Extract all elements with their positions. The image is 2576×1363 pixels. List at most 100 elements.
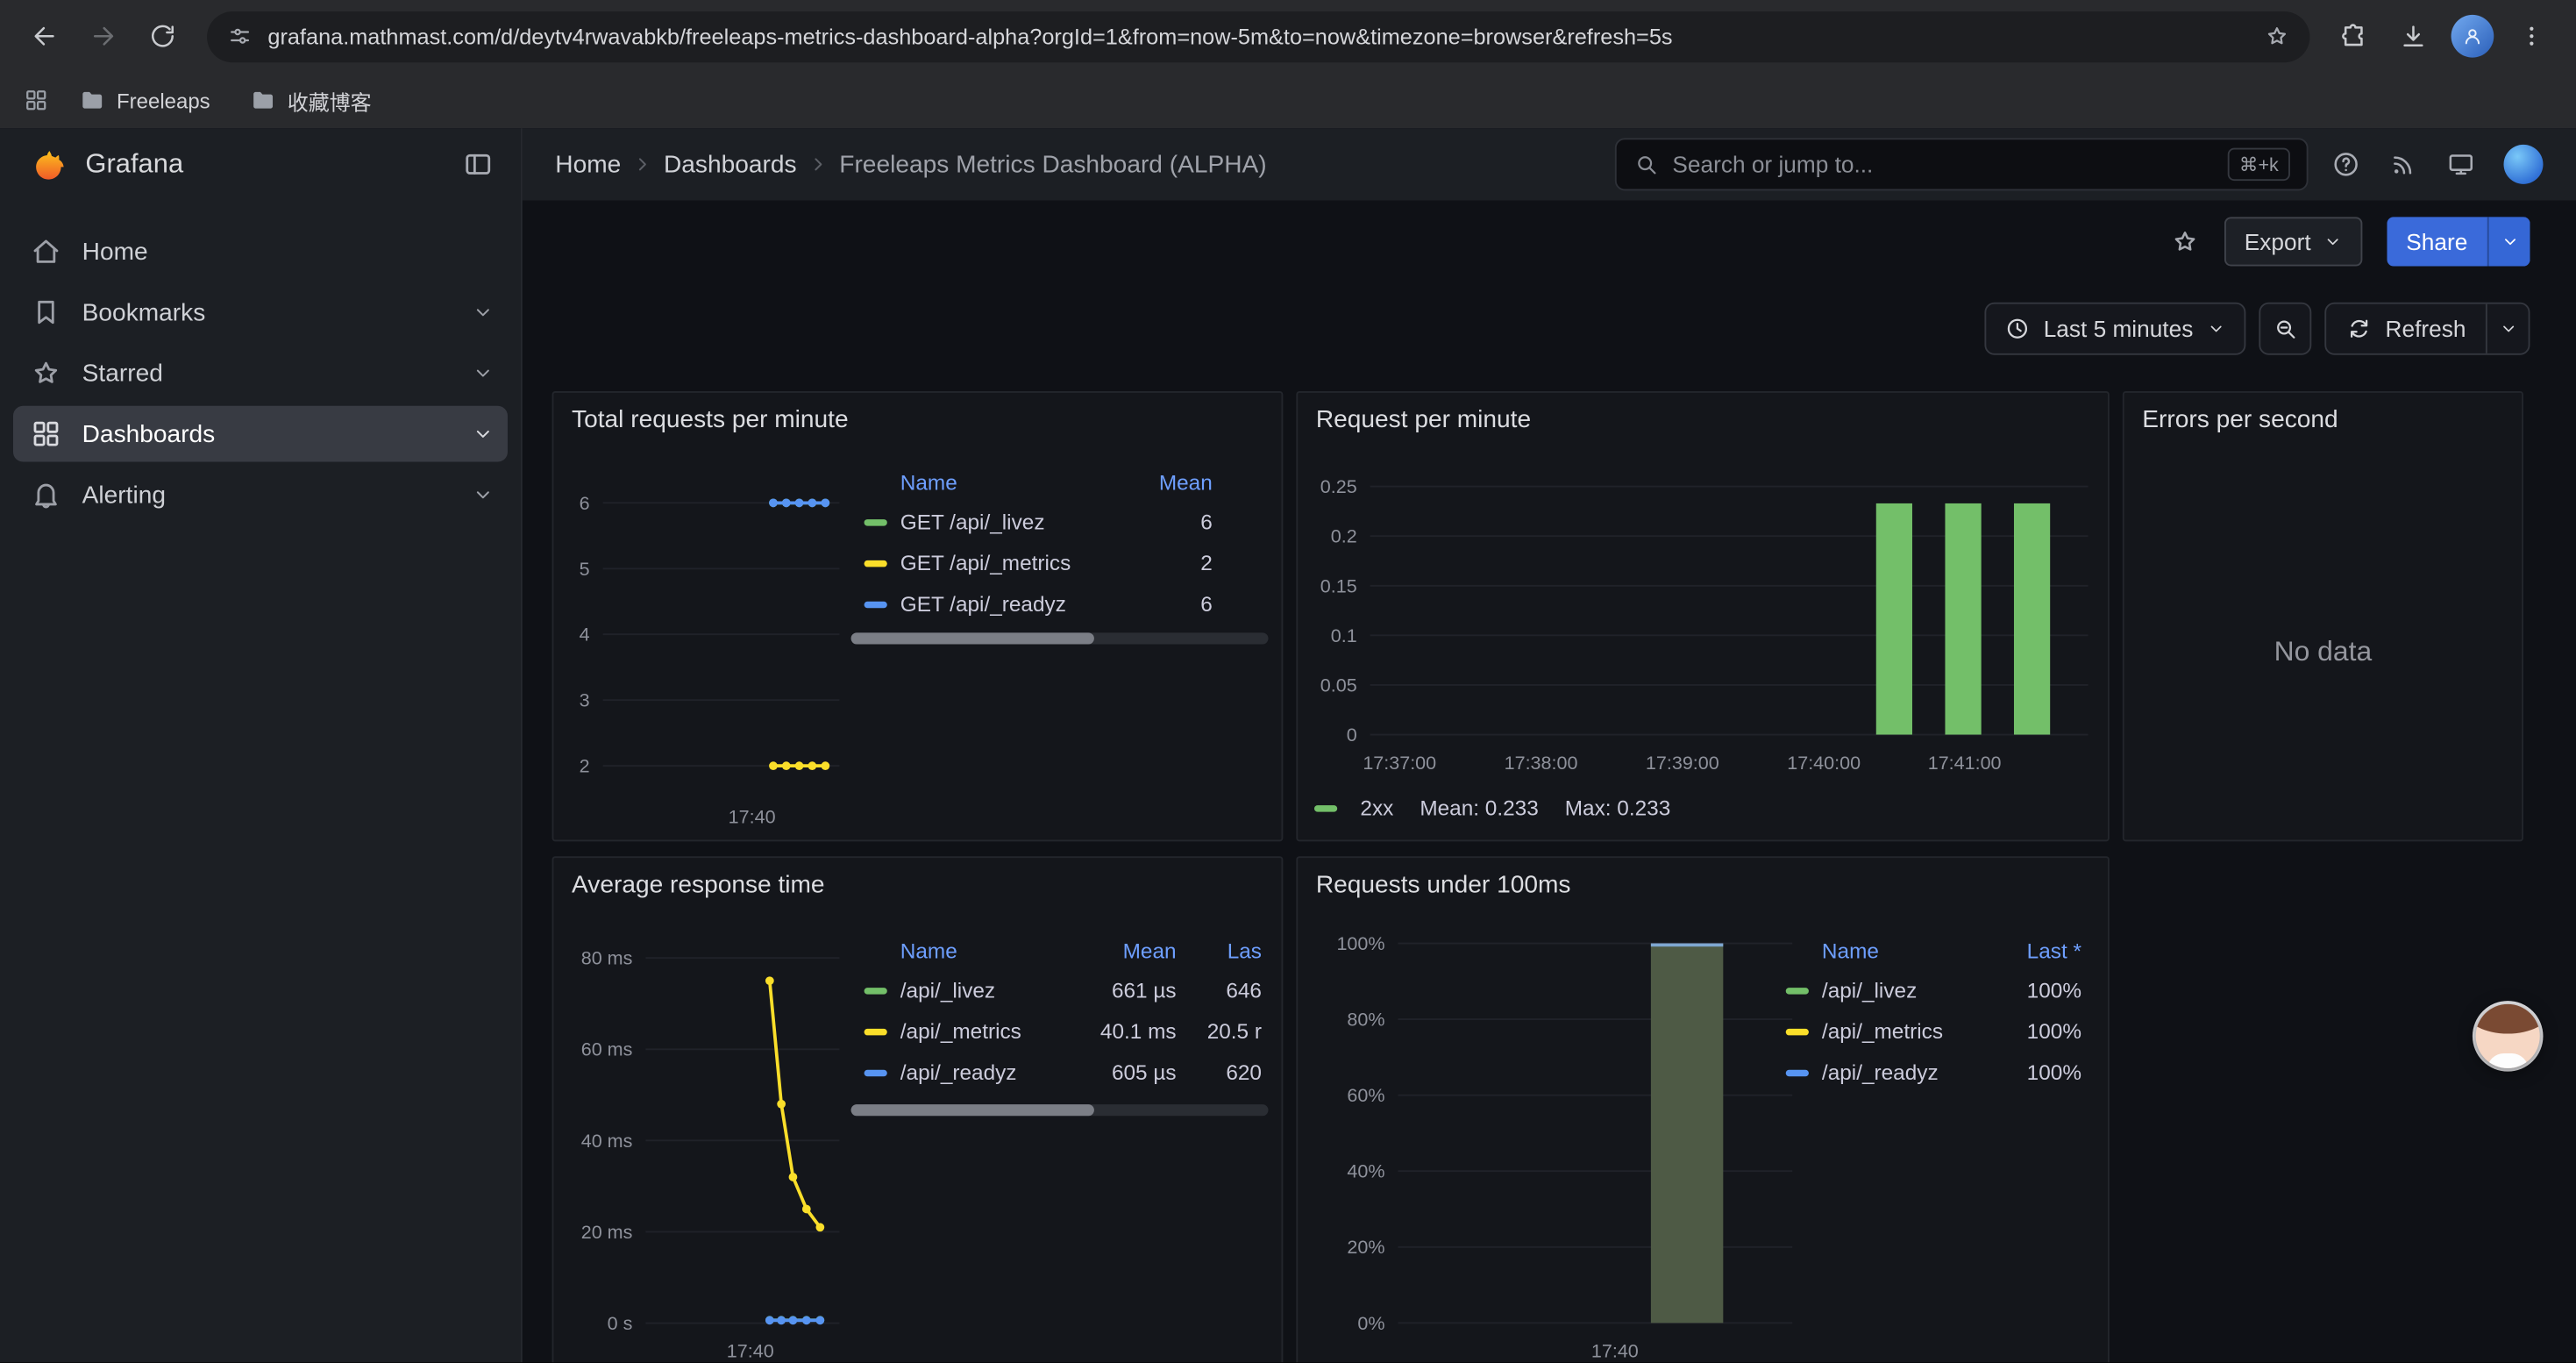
- legend-column-header[interactable]: Name: [1822, 938, 1983, 962]
- grafana-app: Grafana HomeBookmarksStarredDashboardsAl…: [0, 128, 2576, 1362]
- breadcrumb-item[interactable]: Home: [555, 150, 621, 178]
- legend-table: NameLast */api/_livez100%/api/_metrics10…: [1786, 931, 2089, 1093]
- breadcrumb-item[interactable]: Dashboards: [664, 150, 797, 178]
- bookmark-folder-freeleaps[interactable]: Freeleaps: [69, 82, 220, 118]
- legend-value: 605 µs: [1071, 1060, 1177, 1085]
- legend-series-name[interactable]: /api/_readyz: [900, 1060, 1071, 1085]
- legend-series-name[interactable]: /api/_livez: [1822, 978, 1983, 1003]
- legend-series-name[interactable]: GET /api/_readyz: [900, 592, 1121, 617]
- chevron-down-icon[interactable]: [472, 423, 495, 446]
- legend-mean: Mean: 0.233: [1420, 796, 1538, 820]
- bell-icon: [30, 478, 62, 510]
- chevron-down-icon[interactable]: [472, 301, 495, 324]
- scrollbar-thumb[interactable]: [851, 632, 1094, 644]
- sidebar-item-label: Alerting: [82, 481, 166, 509]
- display-icon[interactable]: [2446, 150, 2476, 180]
- export-button[interactable]: Export: [2224, 217, 2361, 266]
- panel-title[interactable]: Errors per second: [2142, 406, 2338, 434]
- legend-series[interactable]: 2xx: [1314, 796, 1393, 820]
- legend-scrollbar[interactable]: [851, 1104, 1269, 1116]
- refresh-interval-caret[interactable]: [2486, 304, 2529, 353]
- legend-column-header[interactable]: Last *: [1983, 938, 2081, 962]
- panel-total-requests-per-minute: Total requests per minute 6543217:40 Nam…: [552, 391, 1284, 841]
- back-button[interactable]: [17, 8, 73, 64]
- legend-series-name[interactable]: /api/_livez: [900, 978, 1071, 1003]
- bookmark-folder-blogs[interactable]: 收藏博客: [239, 80, 381, 121]
- panel-title[interactable]: Request per minute: [1316, 406, 1531, 434]
- user-avatar[interactable]: [2504, 145, 2544, 184]
- legend-series-name[interactable]: /api/_readyz: [1822, 1060, 1983, 1085]
- search-box[interactable]: ⌘+k: [1615, 138, 2309, 190]
- sidebar-item-dashboards[interactable]: Dashboards: [13, 406, 508, 462]
- svg-text:60 ms: 60 ms: [581, 1039, 633, 1060]
- series-color-swatch: [1314, 804, 1337, 810]
- legend-series-name[interactable]: /api/_metrics: [1822, 1019, 1983, 1044]
- legend-row: /api/_metrics40.1 ms20.5 r: [865, 1010, 1262, 1052]
- legend-column-header[interactable]: Mean: [1121, 469, 1213, 494]
- breadcrumb-item: Freeleaps Metrics Dashboard (ALPHA): [839, 150, 1266, 178]
- svg-text:0: 0: [1347, 724, 1357, 746]
- bookmark-star-icon[interactable]: [2264, 23, 2290, 49]
- legend-value: 6: [1121, 510, 1213, 534]
- chart-request-per-minute: 0.250.20.150.10.05017:37:0017:38:0017:39…: [1298, 393, 2110, 842]
- legend-series-name[interactable]: /api/_metrics: [900, 1019, 1071, 1044]
- share-menu-caret[interactable]: [2487, 217, 2530, 266]
- share-button[interactable]: Share: [2387, 217, 2530, 266]
- refresh-button[interactable]: Refresh: [2324, 303, 2530, 355]
- reload-icon: [148, 21, 178, 51]
- legend-scrollbar[interactable]: [851, 632, 1269, 644]
- reload-button[interactable]: [135, 8, 191, 64]
- legend-column-header[interactable]: Name: [900, 938, 1071, 962]
- grafana-logo: [26, 143, 69, 186]
- folder-icon: [79, 87, 105, 113]
- legend-series-name[interactable]: GET /api/_metrics: [900, 551, 1121, 575]
- sidebar-item-home[interactable]: Home: [13, 224, 508, 280]
- sidebar-item-starred[interactable]: Starred: [13, 345, 508, 401]
- legend-series-name[interactable]: 2xx: [1360, 796, 1393, 820]
- downloads-button[interactable]: [2386, 8, 2442, 64]
- panel-title[interactable]: Requests under 100ms: [1316, 871, 1571, 899]
- legend-row: /api/_livez661 µs646: [865, 969, 1262, 1010]
- svg-text:0.2: 0.2: [1331, 526, 1357, 547]
- site-info-icon[interactable]: [227, 23, 253, 49]
- search-input[interactable]: [1672, 151, 2214, 177]
- sidebar-menu: HomeBookmarks Starred Dashboards Alerting: [0, 224, 521, 523]
- chevron-down-icon: [2500, 232, 2519, 251]
- svg-text:20%: 20%: [1347, 1237, 1384, 1258]
- sidebar-item-bookmarks[interactable]: Bookmarks: [13, 284, 508, 340]
- scrollbar-thumb[interactable]: [851, 1104, 1094, 1116]
- svg-text:3: 3: [580, 690, 590, 711]
- menu-button[interactable]: [2504, 8, 2560, 64]
- sidebar-item-alerting[interactable]: Alerting: [13, 467, 508, 523]
- extensions-button[interactable]: [2326, 8, 2382, 64]
- profile-button[interactable]: [2444, 8, 2501, 64]
- share-label[interactable]: Share: [2387, 217, 2487, 266]
- svg-text:17:38:00: 17:38:00: [1505, 753, 1578, 774]
- chevron-down-icon[interactable]: [472, 361, 495, 384]
- svg-text:40%: 40%: [1347, 1161, 1384, 1182]
- legend-column-header[interactable]: Name: [900, 469, 1121, 494]
- address-bar[interactable]: grafana.mathmast.com/d/deytv4rwavabkb/fr…: [207, 11, 2309, 61]
- refresh-main[interactable]: Refresh: [2326, 304, 2486, 353]
- bookmark-label: 收藏博客: [288, 84, 372, 116]
- no-data-message: No data: [2124, 636, 2522, 668]
- url-text[interactable]: grafana.mathmast.com/d/deytv4rwavabkb/fr…: [267, 24, 2249, 48]
- favorite-star-icon[interactable]: [2170, 227, 2200, 257]
- svg-text:17:37:00: 17:37:00: [1363, 753, 1436, 774]
- apps-grid-icon[interactable]: [23, 87, 49, 113]
- forward-button[interactable]: [75, 8, 132, 64]
- screen: grafana.mathmast.com/d/deytv4rwavabkb/fr…: [0, 0, 2576, 1362]
- legend-column-header[interactable]: Mean: [1071, 938, 1177, 962]
- zoom-out-button[interactable]: [2259, 303, 2311, 355]
- panel-title[interactable]: Average response time: [572, 871, 825, 899]
- panel-title[interactable]: Total requests per minute: [572, 406, 849, 434]
- assistant-avatar-button[interactable]: [2476, 1004, 2540, 1068]
- dock-menu-icon[interactable]: [462, 148, 495, 181]
- legend-series-name[interactable]: GET /api/_livez: [900, 510, 1121, 534]
- help-icon[interactable]: [2331, 150, 2361, 180]
- legend-column-header[interactable]: Las: [1177, 938, 1262, 962]
- sidebar-item-label: Starred: [82, 359, 163, 387]
- time-range-picker[interactable]: Last 5 minutes: [1984, 303, 2245, 355]
- chevron-down-icon[interactable]: [472, 483, 495, 506]
- news-icon[interactable]: [2388, 150, 2418, 180]
